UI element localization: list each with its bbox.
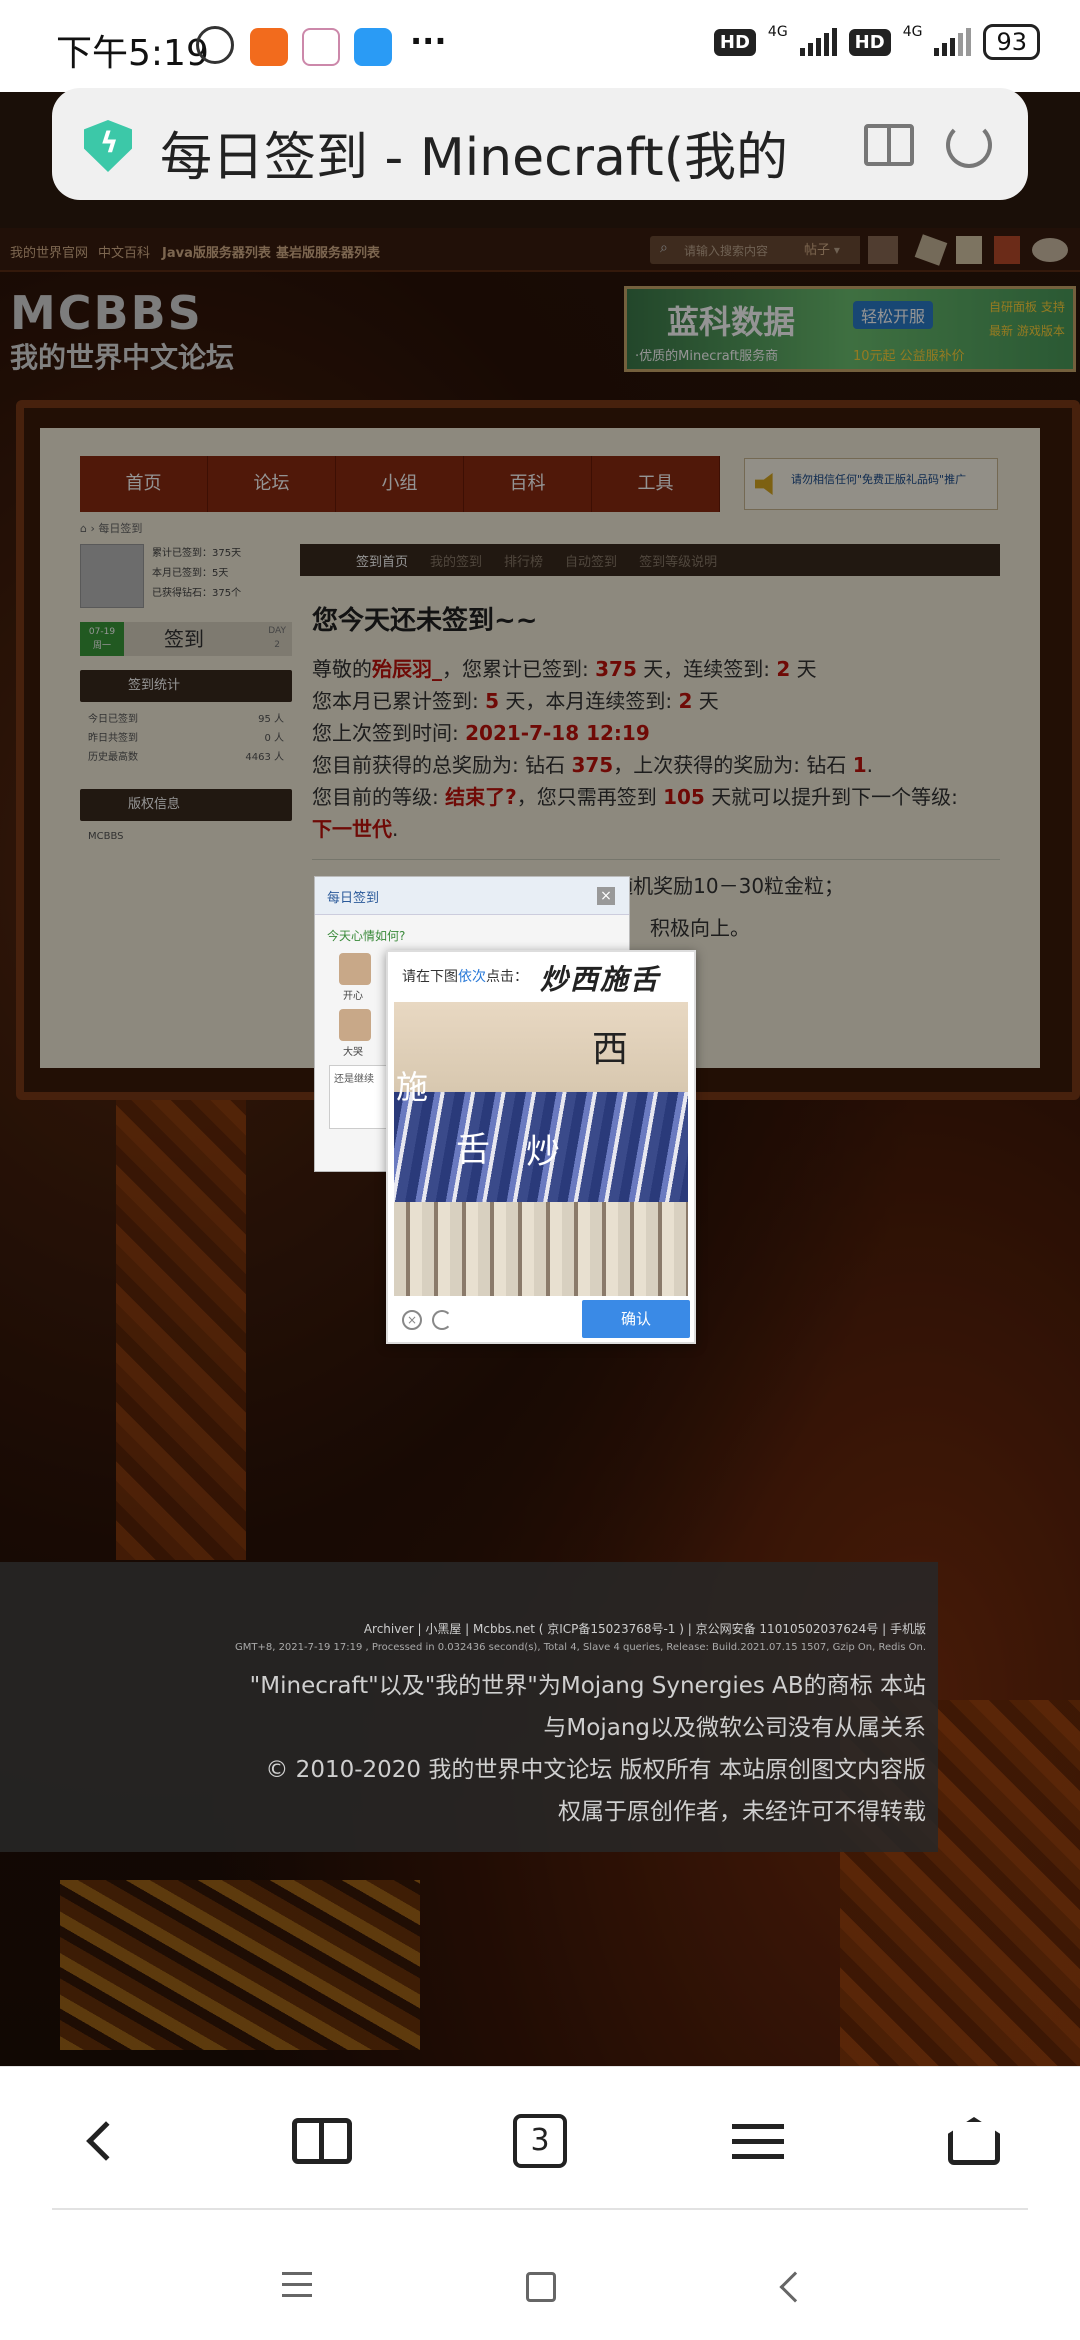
- footer-links[interactable]: Archiver | 小黑屋 | Mcbbs.net ( 京ICP备150237…: [364, 1620, 926, 1637]
- close-icon[interactable]: ×: [597, 887, 615, 905]
- mood-label: 大哭: [343, 1047, 363, 1058]
- dialog-header: 每日签到: [315, 877, 629, 915]
- system-nav-bar: [0, 2210, 1080, 2340]
- mood-prompt: 今天心情如何?: [327, 929, 406, 943]
- captcha-char[interactable]: 施: [396, 1062, 428, 1108]
- captcha-confirm-button[interactable]: 确认: [582, 1300, 690, 1338]
- textarea-value: 还是继续: [334, 1074, 374, 1085]
- prompt-text: 点击：: [486, 969, 528, 985]
- bookmarks-icon[interactable]: [292, 2111, 352, 2171]
- captcha-char[interactable]: 西: [592, 1020, 628, 1072]
- refresh-icon[interactable]: [946, 122, 992, 168]
- captcha-char[interactable]: 炒: [526, 1124, 560, 1173]
- url-title[interactable]: 每日签到 - Minecraft(我的: [160, 115, 840, 190]
- recent-apps-icon[interactable]: [282, 2272, 312, 2297]
- captcha-buildings: [394, 1202, 688, 1296]
- footer-trademark: "Minecraft"以及"我的世界"为Mojang Synergies AB的…: [249, 1673, 926, 1699]
- captcha-char[interactable]: 舌: [456, 1122, 490, 1171]
- captcha-dialog: 请在下图依次点击： 炒西施舌 西 施 舌 炒 × 确认: [386, 950, 696, 1344]
- browser-toolbar: 3: [0, 2066, 1080, 2210]
- prompt-emphasis: 依次: [458, 969, 486, 985]
- dialog-title: 每日签到: [327, 891, 380, 906]
- home-button-icon[interactable]: [526, 2272, 556, 2302]
- mood-label: 开心: [343, 991, 363, 1002]
- browser-address-bar: ϟ 每日签到 - Minecraft(我的: [0, 0, 1080, 228]
- captcha-close-icon[interactable]: ×: [402, 1310, 422, 1330]
- footer-copyright: © 2010-2020 我的世界中文论坛 版权所有 本站原创图文内容版: [265, 1757, 926, 1783]
- reader-mode-icon[interactable]: [864, 124, 914, 166]
- home-icon[interactable]: [944, 2111, 1004, 2171]
- captcha-image[interactable]: 西 施 舌 炒: [394, 1002, 688, 1296]
- site-footer: Archiver | 小黑屋 | Mcbbs.net ( 京ICP备150237…: [0, 1562, 938, 1852]
- captcha-prompt: 请在下图依次点击：: [402, 966, 528, 986]
- footer-meta: GMT+8, 2021-7-19 17:19 , Processed in 0.…: [234, 1642, 926, 1653]
- captcha-target-chars: 炒西施舌: [540, 963, 661, 996]
- bolt-icon: ϟ: [100, 126, 119, 159]
- tabs-icon[interactable]: 3: [510, 2111, 570, 2171]
- captcha-refresh-icon[interactable]: [432, 1310, 452, 1330]
- mood-happy-icon[interactable]: [339, 953, 371, 985]
- back-icon[interactable]: [76, 2111, 136, 2171]
- system-back-icon[interactable]: [779, 2271, 811, 2303]
- mood-cry-icon[interactable]: [339, 1009, 371, 1041]
- menu-icon[interactable]: [728, 2111, 788, 2171]
- footer-copyright: 权属于原创作者，未经许可不得转载: [558, 1799, 926, 1825]
- prompt-text: 请在下图: [402, 969, 458, 985]
- footer-trademark: 与Mojang以及微软公司没有从属关系: [543, 1715, 926, 1741]
- tab-count: 3: [513, 2114, 567, 2168]
